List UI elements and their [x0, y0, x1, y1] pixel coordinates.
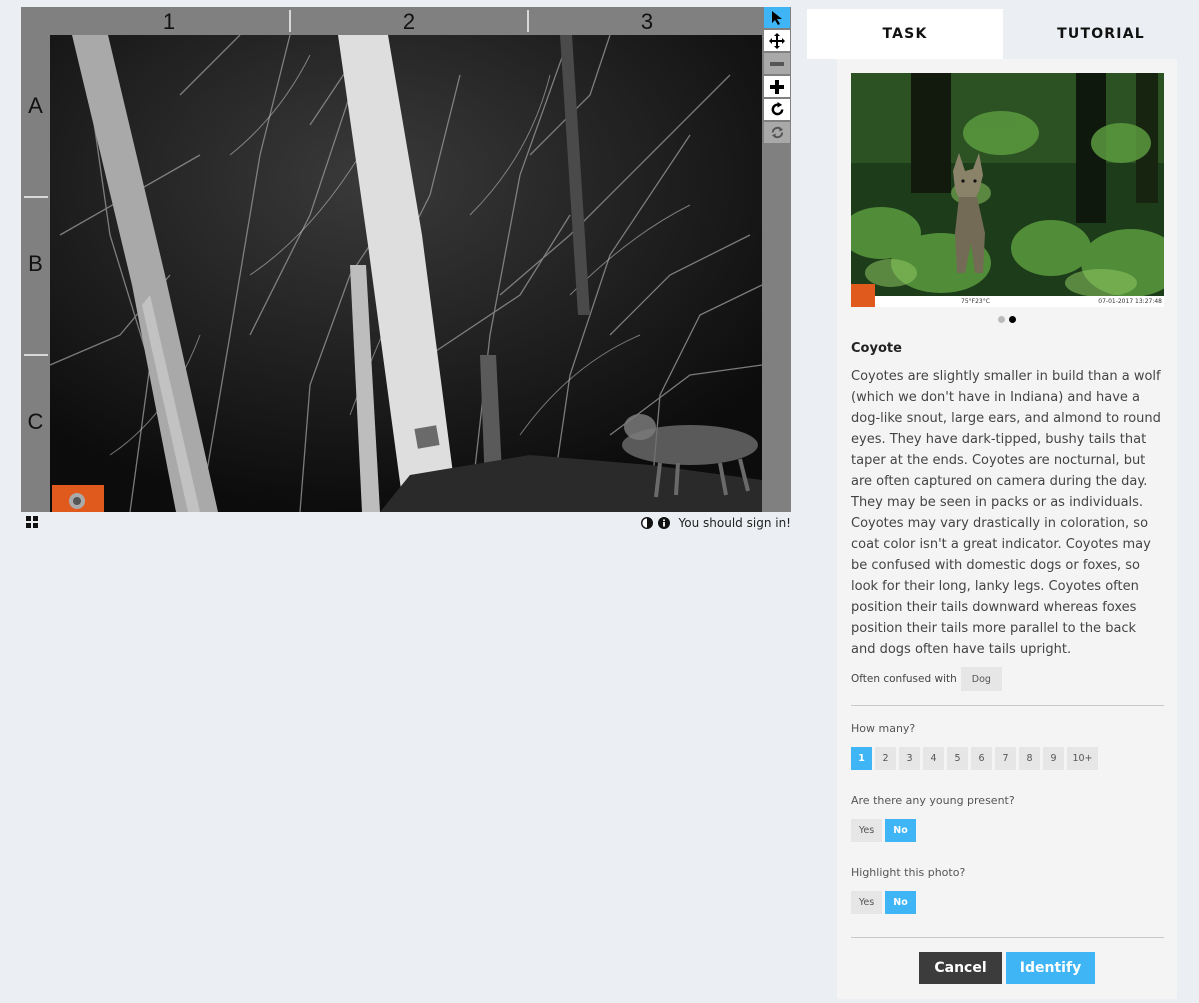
pointer-icon	[772, 11, 782, 25]
camera-info-strip: 75°F23°C 07-01-2017 13:27:48	[851, 284, 1164, 307]
carousel-dot[interactable]	[998, 316, 1005, 323]
young-no-button[interactable]: No	[885, 819, 916, 842]
how-many-options: 1 2 3 4 5 6 7 8 9 10+	[851, 747, 1164, 770]
camera-temperature: 75°F23°C	[961, 298, 990, 305]
zoom-in-icon	[770, 79, 784, 94]
how-many-option[interactable]: 6	[971, 747, 992, 770]
info-icon[interactable]	[657, 517, 670, 529]
species-example-image: 75°F23°C 07-01-2017 13:27:48	[851, 73, 1164, 307]
zoom-out-button[interactable]	[764, 53, 790, 74]
subject-viewer: 1 2 3 A B C	[21, 7, 791, 512]
divider	[851, 705, 1164, 706]
young-yes-button[interactable]: Yes	[851, 819, 882, 842]
grid-tick	[24, 196, 48, 198]
grid-row-label: A	[28, 93, 43, 118]
reset-icon	[771, 126, 783, 139]
how-many-option[interactable]: 10+	[1067, 747, 1098, 770]
task-sidebar: TASK TUTORIAL 75°F23°C 07-01-2017 13:27:…	[807, 9, 1199, 1003]
tab-tutorial[interactable]: TUTORIAL	[1003, 9, 1199, 59]
move-icon	[769, 32, 785, 49]
carousel-dot-active[interactable]	[1009, 316, 1016, 323]
identify-button[interactable]: Identify	[1006, 952, 1095, 984]
move-tool-button[interactable]	[764, 30, 790, 51]
viewer-footer: You should sign in!	[21, 514, 791, 532]
species-detail-panel: 75°F23°C 07-01-2017 13:27:48 Coyote Coyo…	[837, 59, 1177, 999]
tab-task[interactable]: TASK	[807, 9, 1003, 59]
contrast-icon[interactable]	[640, 517, 653, 529]
subject-photo[interactable]	[50, 35, 762, 512]
camera-brand-logo	[851, 284, 875, 307]
camera-timestamp: 07-01-2017 13:27:48	[1098, 298, 1162, 305]
grid-column-label: 2	[402, 9, 416, 34]
how-many-option[interactable]: 9	[1043, 747, 1064, 770]
rotate-icon	[771, 102, 783, 116]
divider	[851, 937, 1164, 938]
young-present-label: Are there any young present?	[851, 794, 1015, 807]
grid-column-label: 3	[640, 9, 654, 34]
young-present-options: Yes No	[851, 819, 1164, 842]
viewer-toolbar	[764, 7, 790, 145]
how-many-option[interactable]: 5	[947, 747, 968, 770]
highlight-photo-label: Highlight this photo?	[851, 866, 966, 879]
cancel-button[interactable]: Cancel	[919, 952, 1002, 984]
grid-column-label: 1	[162, 9, 176, 34]
grid-row-label: B	[28, 251, 43, 276]
highlight-photo-options: Yes No	[851, 891, 1164, 914]
sidebar-tabs: TASK TUTORIAL	[807, 9, 1199, 59]
pointer-tool-button[interactable]	[764, 7, 790, 28]
confused-with-row: Often confused with Dog	[851, 667, 1164, 691]
coyote-photo	[851, 73, 1164, 307]
highlight-yes-button[interactable]: Yes	[851, 891, 882, 914]
how-many-option[interactable]: 3	[899, 747, 920, 770]
how-many-option[interactable]: 1	[851, 747, 872, 770]
rotate-button[interactable]	[764, 99, 790, 120]
how-many-option[interactable]: 7	[995, 747, 1016, 770]
zoom-out-icon	[770, 61, 784, 66]
highlight-no-button[interactable]: No	[885, 891, 916, 914]
how-many-label: How many?	[851, 722, 916, 735]
how-many-option[interactable]: 8	[1019, 747, 1040, 770]
action-buttons: Cancel Identify	[837, 952, 1177, 984]
confused-with-label: Often confused with	[851, 673, 957, 685]
grid-layout-icon[interactable]	[26, 516, 38, 528]
grid-row-label: C	[27, 409, 44, 434]
how-many-option[interactable]: 4	[923, 747, 944, 770]
grid-tick	[24, 354, 48, 356]
zoom-in-button[interactable]	[764, 76, 790, 97]
signin-message[interactable]: You should sign in!	[679, 516, 791, 530]
image-carousel-dots	[837, 314, 1177, 323]
reset-button[interactable]	[764, 122, 790, 143]
confused-with-dog-button[interactable]: Dog	[960, 667, 1002, 691]
species-name: Coyote	[851, 341, 902, 356]
species-description: Coyotes are slightly smaller in build th…	[851, 369, 1161, 657]
how-many-option[interactable]: 2	[875, 747, 896, 770]
night-forest-image	[50, 35, 762, 512]
